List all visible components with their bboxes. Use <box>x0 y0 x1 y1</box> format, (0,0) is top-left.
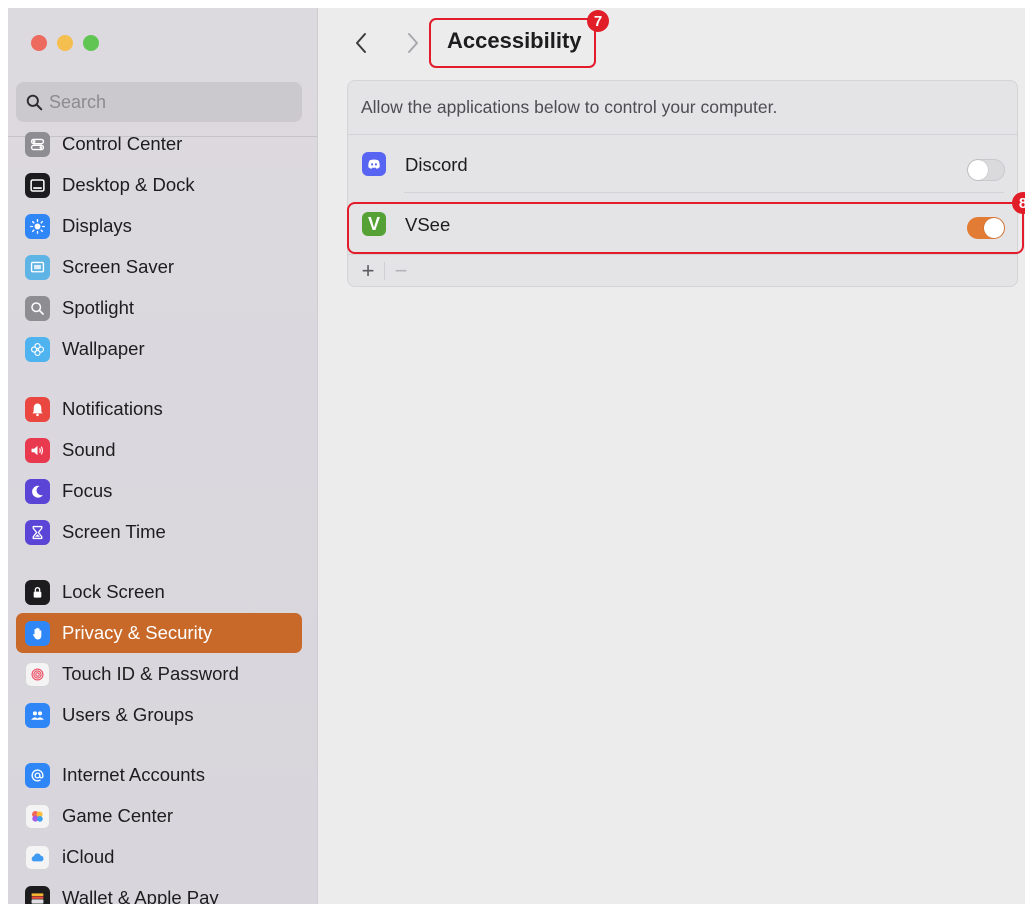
wallet-icon <box>25 885 50 904</box>
wallpaper-icon <box>25 336 50 362</box>
sidebar-item-label: Focus <box>62 480 113 501</box>
discord-toggle[interactable] <box>967 159 1005 181</box>
sidebar-item-displays[interactable]: Displays <box>16 206 302 246</box>
row-divider <box>404 192 1004 193</box>
spotlight-icon <box>25 295 50 321</box>
sidebar-item-screen-saver[interactable]: Screen Saver <box>16 247 302 287</box>
sidebar-item-spotlight[interactable]: Spotlight <box>16 288 302 328</box>
sidebar-item-label: Control Center <box>62 133 183 154</box>
sidebar-item-wallet[interactable]: Wallet & Apple Pay <box>16 878 302 904</box>
game-center-icon <box>25 803 50 829</box>
chevron-right-icon <box>408 33 418 53</box>
sidebar-item-label: Wallpaper <box>62 338 145 359</box>
screen-saver-icon <box>25 254 50 280</box>
sidebar-item-focus[interactable]: Focus <box>16 471 302 511</box>
chevron-left-icon <box>356 33 366 53</box>
sidebar-item-screen-time[interactable]: Screen Time <box>16 512 302 552</box>
main-content: Accessibility 7 Allow the applications b… <box>318 8 1025 904</box>
sidebar-item-label: Sound <box>62 439 116 460</box>
sidebar-item-sound[interactable]: Sound <box>16 430 302 470</box>
page-title: Accessibility <box>447 28 582 53</box>
sidebar-item-label: Touch ID & Password <box>62 663 239 684</box>
vsee-row-highlight-box <box>347 202 1024 254</box>
sidebar-item-label: Users & Groups <box>62 704 194 725</box>
sidebar-item-label: Displays <box>62 215 132 236</box>
fingerprint-icon <box>25 661 50 687</box>
panel-description: Allow the applications below to control … <box>361 97 778 117</box>
sidebar-item-internet-accounts[interactable]: Internet Accounts <box>16 755 302 795</box>
lock-screen-icon <box>25 579 50 605</box>
sidebar-item-desktop-dock[interactable]: Desktop & Dock <box>16 165 302 205</box>
sidebar-item-icloud[interactable]: iCloud <box>16 837 302 877</box>
displays-icon <box>25 213 50 239</box>
search-icon <box>26 94 43 110</box>
notifications-icon <box>25 396 50 422</box>
discord-icon <box>362 152 386 176</box>
forward-button[interactable] <box>402 28 424 58</box>
search-input[interactable] <box>49 91 289 113</box>
icloud-icon <box>25 844 50 870</box>
sidebar: Control Center Desktop & Dock Displays S… <box>8 8 318 904</box>
control-center-icon <box>25 131 50 157</box>
button-separator <box>384 262 385 280</box>
sidebar-item-notifications[interactable]: Notifications <box>16 389 302 429</box>
privacy-hand-icon <box>25 620 50 646</box>
minimize-window-button[interactable] <box>57 35 73 51</box>
sidebar-item-game-center[interactable]: Game Center <box>16 796 302 836</box>
sidebar-item-label: Privacy & Security <box>62 622 213 643</box>
sidebar-item-label: Screen Saver <box>62 256 175 277</box>
remove-app-button[interactable]: − <box>391 258 411 284</box>
step-badge-7: 7 <box>587 10 609 32</box>
toggle-knob <box>968 160 988 180</box>
search-field[interactable] <box>16 82 302 122</box>
sidebar-item-lock-screen[interactable]: Lock Screen <box>16 572 302 612</box>
system-settings-window: Control Center Desktop & Dock Displays S… <box>8 8 1025 904</box>
panel-footer-divider <box>347 254 1018 255</box>
traffic-lights <box>31 35 99 51</box>
close-window-button[interactable] <box>31 35 47 51</box>
internet-accounts-icon <box>25 762 50 788</box>
zoom-window-button[interactable] <box>83 35 99 51</box>
focus-icon <box>25 478 50 504</box>
sidebar-item-label: Desktop & Dock <box>62 174 195 195</box>
screen-time-icon <box>25 519 50 545</box>
add-app-button[interactable]: + <box>358 258 378 284</box>
app-name-discord: Discord <box>405 154 468 175</box>
back-button[interactable] <box>350 28 372 58</box>
sidebar-item-label: Spotlight <box>62 297 134 318</box>
sidebar-item-label: iCloud <box>62 846 115 867</box>
sidebar-item-label: Internet Accounts <box>62 764 205 785</box>
sidebar-item-wallpaper[interactable]: Wallpaper <box>16 329 302 369</box>
panel-divider <box>347 134 1018 135</box>
sidebar-item-touch-id[interactable]: Touch ID & Password <box>16 654 302 694</box>
desktop-dock-icon <box>25 172 50 198</box>
sidebar-item-label: Screen Time <box>62 521 166 542</box>
sidebar-item-label: Wallet & Apple Pay <box>62 887 219 904</box>
sidebar-item-label: Notifications <box>62 398 163 419</box>
sidebar-item-users-groups[interactable]: Users & Groups <box>16 695 302 735</box>
sound-icon <box>25 437 50 463</box>
users-groups-icon <box>25 702 50 728</box>
sidebar-item-control-center[interactable]: Control Center <box>16 124 302 164</box>
sidebar-item-privacy-security[interactable]: Privacy & Security <box>16 613 302 653</box>
sidebar-item-label: Lock Screen <box>62 581 165 602</box>
sidebar-item-label: Game Center <box>62 805 174 826</box>
